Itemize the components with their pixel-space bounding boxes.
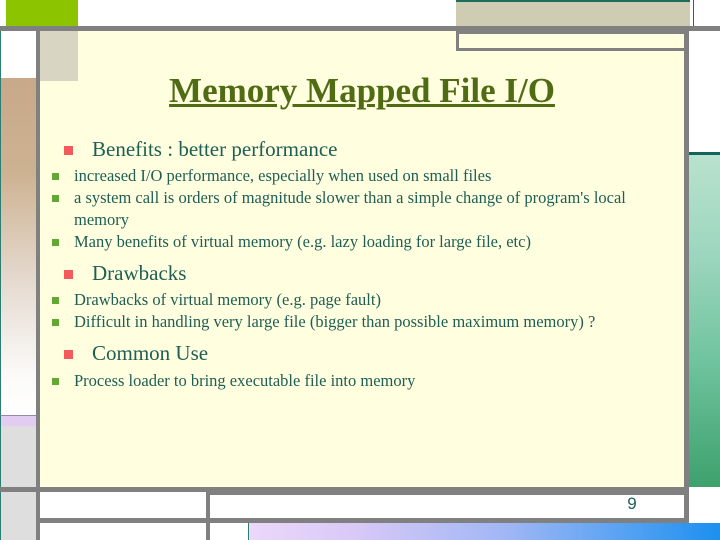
outline-group-inner: Benefits : better performance: [40, 136, 684, 163]
outline-level2-list: increased I/O performance, especially wh…: [40, 165, 684, 251]
outline-level2-label: increased I/O performance, especially wh…: [74, 166, 492, 186]
outline-group-inner: Common Use: [40, 340, 684, 367]
slide-outline: Benefits : better performance increased …: [40, 136, 684, 399]
outline-level2-label: Process loader to bring executable file …: [74, 370, 416, 390]
square-bullet-icon: [52, 319, 59, 327]
outline-level2-item: a system call is orders of magnitude slo…: [40, 187, 684, 229]
decor-right-vertical-rule: [684, 31, 689, 540]
outline-group-inner: Drawbacks: [40, 260, 684, 287]
outline-level1-item: Drawbacks: [40, 260, 684, 287]
outline-group: Benefits : better performance increased …: [40, 136, 684, 252]
slide-page-number: 9: [627, 494, 637, 513]
outline-group: Common Use Process loader to bring execu…: [40, 340, 684, 390]
outline-level2-label: a system call is orders of magnitude slo…: [74, 188, 626, 229]
presentation-slide: Memory Mapped File I/O Benefits : better…: [0, 0, 720, 540]
decor-top-left-lime-block: [6, 0, 78, 26]
decor-left-grey-rail: [0, 426, 37, 540]
decor-right-rail-cap: [689, 487, 720, 492]
outline-level2-label: Many benefits of virtual memory (e.g. la…: [74, 231, 531, 251]
outline-level2-label: Difficult in handling very large file (b…: [74, 312, 596, 332]
outline-level1-label: Common Use: [92, 341, 209, 366]
decor-bottom-gradient-strip: [248, 523, 720, 540]
outline-level2-item: Difficult in handling very large file (b…: [40, 311, 684, 332]
square-bullet-icon: [64, 350, 73, 360]
decor-top-right-white-1: [689, 31, 720, 51]
slide-title: Memory Mapped File I/O: [169, 71, 555, 110]
outline-level2-label: Drawbacks of virtual memory (e.g. page f…: [74, 290, 381, 310]
decor-footer-vertical-rule: [684, 492, 689, 523]
outline-level1-label: Benefits : better performance: [92, 137, 338, 161]
outline-level1-item: Common Use: [40, 340, 684, 367]
decor-footer-tick: [206, 523, 210, 540]
square-bullet-icon: [52, 297, 59, 305]
outline-level2-item: Many benefits of virtual memory (e.g. la…: [40, 231, 684, 252]
decor-top-beige-block: [456, 0, 690, 28]
decor-top-white-strip: [78, 0, 456, 26]
square-bullet-icon: [52, 195, 59, 203]
decor-left-tan-rail: [0, 78, 37, 415]
decor-right-green-rail: [689, 152, 720, 490]
decor-top-far-right-white: [693, 0, 720, 26]
outline-group: Drawbacks Drawbacks of virtual memory (e…: [40, 260, 684, 333]
outline-level2-list: Drawbacks of virtual memory (e.g. page f…: [40, 289, 684, 332]
outline-level1-list: Benefits : better performance increased …: [40, 136, 684, 391]
outline-level2-item: Drawbacks of virtual memory (e.g. page f…: [40, 289, 684, 310]
square-bullet-icon: [64, 269, 73, 279]
outline-level2-item: increased I/O performance, especially wh…: [40, 165, 684, 186]
decor-top-left-white-square: [0, 31, 37, 78]
square-bullet-icon: [52, 173, 59, 181]
square-bullet-icon: [52, 238, 59, 246]
square-bullet-icon: [52, 377, 59, 385]
outline-level1-label: Drawbacks: [92, 260, 187, 285]
outline-level2-item: Process loader to bring executable file …: [40, 370, 684, 391]
outline-level2-list: Process loader to bring executable file …: [40, 370, 684, 391]
outline-level1-item: Benefits : better performance: [40, 136, 684, 163]
slide-content: Memory Mapped File I/O Benefits : better…: [40, 31, 684, 487]
square-bullet-icon: [64, 146, 73, 155]
